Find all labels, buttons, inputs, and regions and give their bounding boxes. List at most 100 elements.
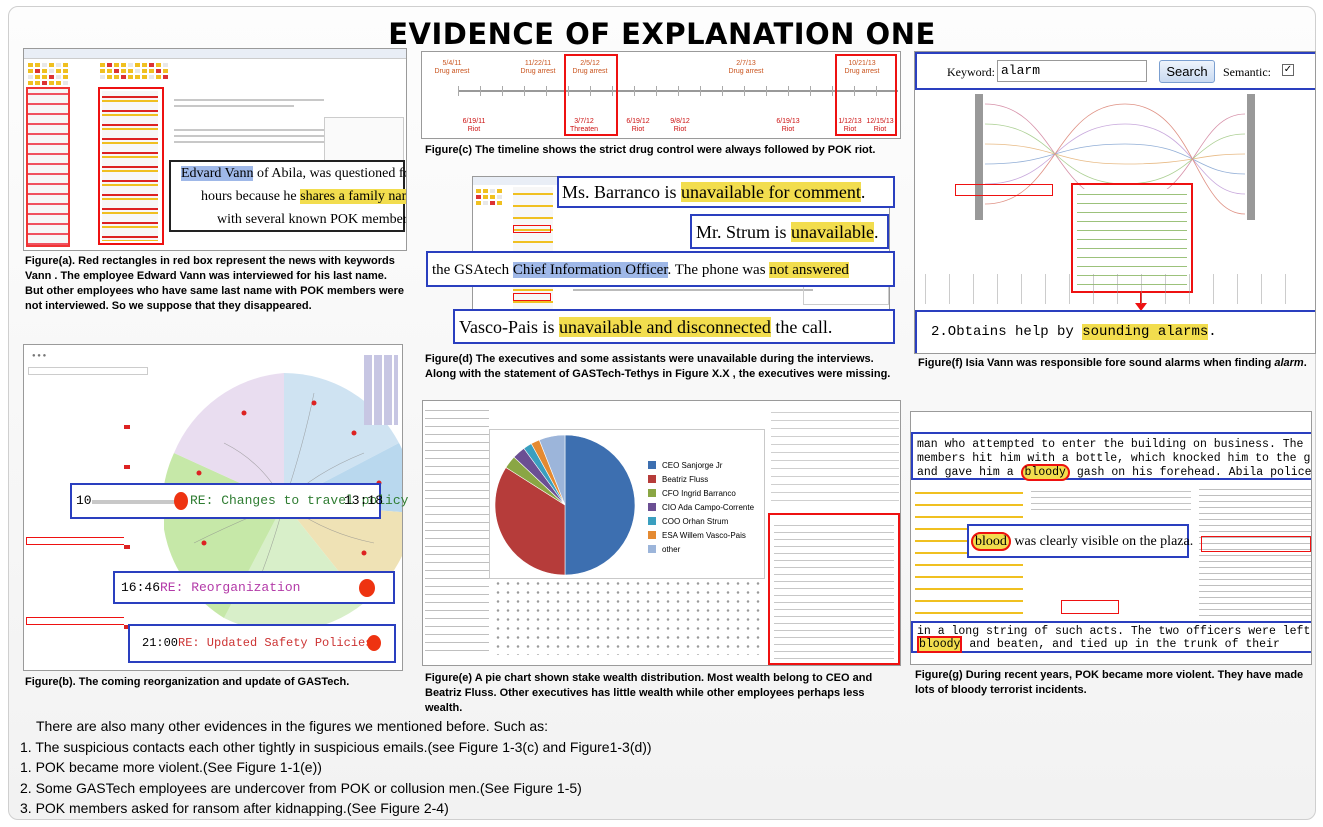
legend-entry: COO Orhan Strum (648, 514, 754, 528)
fig-a-grid-right (100, 63, 168, 79)
fig-f-caption-keyword: alarm (1274, 357, 1304, 369)
legend-label: Beatriz Fluss (662, 474, 709, 484)
legend-label: other (662, 544, 681, 554)
fig-d-quote-cio: the GSAtech Chief Information Officer. T… (426, 251, 895, 287)
fig-f-result-text: 2.Obtains help by (931, 324, 1083, 340)
fig-f-caption-text: Figure(f) Isia Vann was responsible fore… (918, 357, 1275, 369)
legend-entry: Beatriz Fluss (648, 472, 754, 486)
fig-c-bottom-date: 6/19/13 (776, 118, 800, 125)
fig-c-axis-ticks (458, 86, 898, 96)
fig-b-callout-count: 10 (76, 493, 92, 508)
fig-e-axis-labels (425, 405, 489, 655)
fig-a-red-column-left (26, 87, 70, 247)
fig-c-timeline: 5/4/11 Drug arrest 11/22/11 Drug arrest 2/… (421, 51, 901, 139)
fig-d-q1-end: . (860, 182, 866, 202)
fig-g-quote-mid: blood was clearly visible on the plaza. (967, 524, 1193, 558)
fig-f-semantic-label: Semantic: (1223, 65, 1271, 79)
fig-e-article-box (768, 513, 900, 665)
legend-label: CEO Sanjorge Jr (662, 460, 723, 470)
fig-a-screenshot: Edvard Vann of Abila, was questioned for… (23, 48, 407, 251)
fig-c-bottom-label: Riot (631, 126, 645, 133)
fig-g-bottom-line-1: in a long string of such acts. The two o… (917, 625, 1311, 638)
fig-b-callout-time: 13:18 (344, 493, 384, 508)
fig-c-bottom-label: Riot (781, 126, 795, 133)
fig-f-search-button[interactable]: Search (1159, 60, 1215, 83)
fig-f-filter-box (955, 184, 1053, 196)
fig-b-callout-safety: 21:00 RE: Updated Safety Policies (128, 624, 396, 663)
fig-f-keyword-input[interactable]: alarm (997, 60, 1147, 82)
fig-g-top-line-2: members hit him with a bottle, which kno… (917, 452, 1312, 465)
fig-d-q3-highlight: not answered (769, 262, 849, 278)
legend-label: CFO Ingrid Barranco (662, 488, 736, 498)
fig-f-semantic-checkbox[interactable]: ✓ (1282, 64, 1294, 76)
legend-label: COO Orhan Strum (662, 516, 729, 526)
fig-g-quote-top: man who attempted to enter the building … (911, 432, 1312, 481)
fig-b-callout-reorg: 16:46 RE: Reorganization (113, 571, 395, 604)
fig-f-search-bar: Keyword: alarm Search Semantic: ✓ (915, 52, 1315, 90)
conclusion-item: 3. POK members asked for ransom after ki… (20, 800, 449, 816)
fig-c-top-date: 11/22/11 (524, 60, 552, 67)
fig-c-top-label: Drug arrest (728, 68, 764, 75)
legend-swatch (648, 545, 656, 553)
fig-f-caption: Figure(f) Isia Vann was responsible fore… (918, 356, 1318, 371)
conclusion-list: There are also many other evidences in t… (20, 716, 652, 819)
fig-g-caption: Figure(g) During recent years, POK becam… (915, 669, 1304, 696)
fig-c-top-date: 5/4/11 (442, 60, 462, 67)
fig-a-quote-line-1: of Abila, was questioned for (253, 166, 407, 181)
fig-d-q4-highlight: unavailable and disconnected (559, 317, 771, 337)
pie-slice (564, 434, 636, 576)
fig-a-quote-box: Edvard Vann of Abila, was questioned for… (169, 160, 407, 232)
fig-b-reorg-time: 16:46 (121, 580, 161, 595)
legend-entry: CFO Ingrid Barranco (648, 486, 754, 500)
fig-g-keyword-blood: blood (971, 532, 1011, 551)
fig-g-top-line-3-end: gash on his forehead. Abila police (1069, 466, 1312, 479)
fig-d-quote-barranco: Ms. Barranco is unavailable for comment. (557, 176, 895, 208)
fig-g-quote-bottom: in a long string of such acts. The two o… (911, 621, 1311, 653)
fig-g-keyword-bloody-2: bloody (917, 636, 963, 653)
legend-swatch (648, 461, 656, 469)
fig-d-caption-1: Figure(d) The executives and some assist… (425, 353, 874, 365)
fig-f-tree (925, 274, 1305, 304)
page-title: EVIDENCE OF EXPLANATION ONE (388, 17, 936, 51)
fig-d-q2-end: . (874, 222, 879, 242)
fig-a-red-marks (102, 91, 158, 241)
fig-a-grid-left (28, 63, 68, 85)
fig-d-q1-text: Ms. Barranco is (562, 182, 681, 202)
fig-f-result-line: 2.Obtains help by sounding alarms. (915, 310, 1315, 353)
fig-g-mid-text: was clearly visible on the plaza. (1010, 534, 1194, 549)
fig-b-reorg-subject: RE: Reorganization (160, 580, 301, 595)
fig-c-top-date: 2/7/13 (736, 60, 756, 67)
fig-c-bottom-label: Riot (467, 126, 481, 133)
conclusion-item: 1. POK became more violent.(See Figure 1… (20, 759, 322, 775)
fig-d-quote-vasco: Vasco-Pais is unavailable and disconnect… (453, 309, 895, 344)
fig-c-bottom-date: 6/19/11 (462, 118, 486, 125)
legend-entry: CIO Ada Campo-Corrente (648, 500, 754, 514)
legend-entry: ESA Willem Vasco-Pais (648, 528, 754, 542)
fig-g-top-line-1: man who attempted to enter the building … (917, 438, 1312, 451)
fig-a-quote-highlight: shares a family name (300, 189, 406, 204)
fig-f-screenshot: Keyword: alarm Search Semantic: ✓ 2.Obta… (914, 51, 1316, 354)
fig-e-screenshot: CEO Sanjorge Jr Beatriz Fluss CFO Ingrid B… (422, 400, 901, 666)
conclusion-item: 1. The suspicious contacts each other ti… (20, 738, 652, 755)
fig-c-top-label: Drug arrest (434, 68, 470, 75)
fig-b-safety-subject: RE: Updated Safety Policies (178, 636, 373, 650)
fig-g-keyword-bloody: bloody (1020, 464, 1070, 481)
fig-g-bottom-line-2: and beaten, and tied up in the trunk of … (962, 638, 1280, 651)
legend-label: CIO Ada Campo-Corrente (662, 502, 755, 512)
legend-swatch (648, 489, 656, 497)
fig-d-q1-highlight: unavailable for comment (680, 182, 861, 202)
fig-e-pie-chart (494, 434, 636, 576)
fig-d-q2-highlight: unavailable (791, 222, 874, 242)
fig-d-quote-strum: Mr. Strum is unavailable. (690, 214, 889, 249)
fig-c-top-label: Drug arrest (520, 68, 556, 75)
fig-b-safety-time: 21:00 (142, 636, 179, 650)
fig-b-caption: Figure(b). The coming reorganization and… (25, 676, 350, 688)
fig-b-marker-2 (26, 617, 126, 625)
fig-f-keyword-label: Keyword: (947, 65, 995, 79)
fig-g-top-line-3: and gave him a (917, 466, 1021, 479)
fig-d-caption-2: Along with the statement of GASTech-Teth… (425, 368, 891, 380)
conclusion-item: 2. Some GASTech employees are undercover… (20, 779, 582, 796)
legend-label: ESA Willem Vasco-Pais (662, 530, 746, 540)
fig-b-callout-travel: 10 RE: Changes to travel policy 13:18 (70, 483, 408, 519)
legend-swatch (648, 503, 656, 511)
